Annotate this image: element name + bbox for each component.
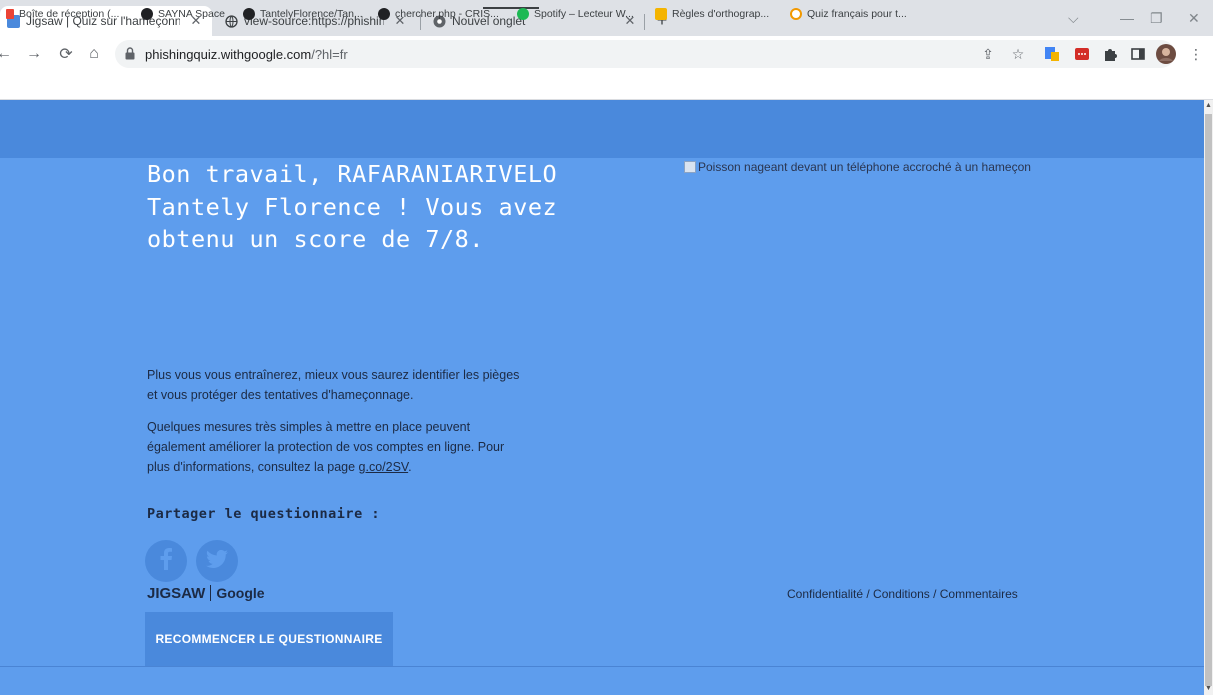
- globe-icon: [224, 14, 238, 28]
- facebook-icon: [159, 547, 173, 575]
- twitter-icon: [206, 549, 228, 573]
- scroll-up-arrow-icon[interactable]: ▲: [1205, 101, 1212, 111]
- tab-separator: [644, 14, 645, 30]
- bookmark-label: Quiz français pour t...: [807, 8, 907, 20]
- bookmark-chercher[interactable]: chercher.php - CRIS...: [378, 6, 499, 22]
- circle-icon: [378, 8, 390, 20]
- result-heading: Bon travail, RAFARANIARIVELO Tantely Flo…: [147, 160, 558, 253]
- bookmark-github[interactable]: TantelyFlorence/Tan...: [243, 6, 363, 22]
- bookmarks-bar: [0, 72, 1213, 100]
- twitter-share-button[interactable]: [196, 540, 238, 582]
- g-co-2sv-link[interactable]: g.co/2SV: [359, 460, 409, 474]
- advice-paragraph: Plus vous vous entraînerez, mieux vous s…: [147, 368, 520, 402]
- broken-image-icon: [684, 161, 696, 173]
- extensions-puzzle-icon[interactable]: [1100, 44, 1120, 64]
- image-alt-text: Poisson nageant devant un téléphone accr…: [698, 160, 1031, 174]
- minimize-icon[interactable]: —: [1120, 10, 1134, 26]
- security-paragraph-text: Quelques mesures très simples à mettre e…: [147, 420, 505, 474]
- scroll-down-arrow-icon[interactable]: ▼: [1205, 684, 1212, 694]
- bookmark-label: chercher.php - CRIS...: [395, 8, 499, 20]
- jigsaw-logo-text: JIGSAW: [147, 585, 206, 602]
- bookmark-label: Règles d'orthograp...: [672, 8, 770, 20]
- bookmark-quiz[interactable]: Quiz français pour t...: [790, 6, 907, 22]
- forward-arrow-icon[interactable]: →: [24, 44, 44, 64]
- url-host: phishingquiz.withgoogle.com: [145, 47, 312, 62]
- bookmark-sayna[interactable]: SAYNA Space: [141, 6, 225, 22]
- tab-search-chevron-icon[interactable]: ⌵: [1068, 10, 1079, 27]
- extension-translate-icon[interactable]: [1042, 44, 1062, 64]
- spotify-icon: [517, 8, 529, 20]
- bookmark-gmail[interactable]: Boîte de réception (...: [6, 6, 119, 22]
- menu-kebab-icon[interactable]: ⋮: [1186, 44, 1206, 64]
- url-path: /?hl=fr: [311, 47, 348, 62]
- bookmark-regles[interactable]: Règles d'orthograp...: [655, 6, 769, 22]
- restore-icon[interactable]: ❐: [1150, 10, 1163, 27]
- footer: [0, 666, 1204, 695]
- regles-icon: [655, 8, 667, 20]
- github-icon: [243, 8, 255, 20]
- footer-links[interactable]: Confidentialité / Conditions / Commentai…: [787, 587, 1018, 601]
- bookmark-star-icon[interactable]: ☆: [1008, 44, 1028, 64]
- sayna-icon: [141, 8, 153, 20]
- page-content: Bon travail, RAFARANIARIVELO Tantely Flo…: [0, 100, 1204, 695]
- bookmark-label: TantelyFlorence/Tan...: [260, 8, 363, 20]
- facebook-share-button[interactable]: [145, 540, 187, 582]
- bookmark-label: Spotify – Lecteur W...: [534, 8, 634, 20]
- footer-logo[interactable]: JIGSAW Google: [147, 585, 265, 602]
- lock-icon[interactable]: [125, 47, 137, 61]
- gmail-icon: [6, 9, 14, 19]
- quiz-icon: [790, 8, 802, 20]
- reload-icon[interactable]: ⟳: [56, 44, 76, 64]
- url-text[interactable]: phishingquiz.withgoogle.com/?hl=fr: [145, 47, 348, 62]
- broken-image: Poisson nageant devant un téléphone accr…: [684, 160, 1031, 174]
- close-window-icon[interactable]: ✕: [1188, 10, 1200, 27]
- page-header-band: [0, 100, 1204, 158]
- side-panel-icon[interactable]: [1128, 44, 1148, 64]
- bookmark-label: SAYNA Space: [158, 8, 225, 20]
- scrollbar-thumb[interactable]: [1205, 114, 1212, 686]
- google-logo-text: Google: [210, 585, 265, 601]
- security-paragraph-end: .: [408, 460, 412, 474]
- bookmark-label: Boîte de réception (...: [19, 8, 120, 20]
- back-arrow-icon[interactable]: ←: [0, 44, 14, 64]
- share-page-icon[interactable]: ⇪: [978, 44, 998, 64]
- share-label: Partager le questionnaire :: [147, 506, 380, 522]
- home-icon[interactable]: ⌂: [84, 44, 104, 64]
- extension-lastpass-icon[interactable]: [1072, 44, 1092, 64]
- security-paragraph: Quelques mesures très simples à mettre e…: [147, 417, 527, 477]
- profile-avatar-icon[interactable]: [1156, 44, 1176, 64]
- bookmark-spotify[interactable]: Spotify – Lecteur W...: [517, 6, 634, 22]
- restart-quiz-button[interactable]: RECOMMENCER LE QUESTIONNAIRE: [145, 612, 393, 666]
